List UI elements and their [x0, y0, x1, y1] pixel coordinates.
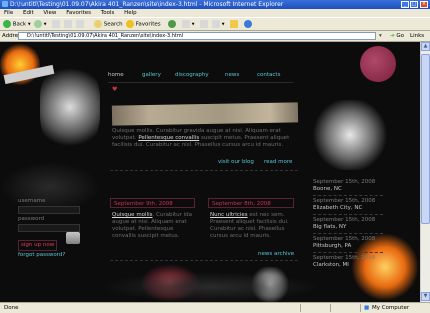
edit-button[interactable]: ▾	[212, 20, 225, 29]
print-icon	[200, 20, 208, 28]
star-icon	[126, 20, 134, 28]
bottom-ink-splat	[100, 272, 320, 302]
back-arrow-icon	[3, 20, 11, 28]
news-archive-link[interactable]: news archive	[258, 251, 294, 257]
edit-icon	[212, 20, 220, 28]
links-button[interactable]: Links	[410, 31, 424, 41]
username-input[interactable]	[18, 206, 80, 214]
minimize-button[interactable]: _	[401, 1, 409, 8]
menu-view[interactable]: View	[43, 10, 56, 16]
divider	[110, 170, 298, 172]
print-button[interactable]	[200, 20, 208, 29]
read-more-link[interactable]: read more	[264, 159, 292, 165]
home-button[interactable]	[76, 20, 84, 29]
toolbar: Back ▾ ▾ Search Favorites ▾ ▾	[0, 17, 430, 31]
event-divider	[313, 195, 383, 197]
address-bar: Address D:\!untitl\Testing\01.09.07\Akir…	[0, 31, 430, 42]
address-input[interactable]: D:\!untitl\Testing\01.09.07\Akira 401_Ra…	[18, 32, 376, 40]
intro-text: Quisque mollis. Curabitur gravida augue …	[112, 128, 290, 148]
go-arrow-icon: ➜	[390, 33, 395, 39]
status-divider	[330, 304, 331, 312]
messenger-icon	[244, 20, 252, 28]
page-content: home gallery discography news contacts ♥…	[0, 42, 420, 302]
search-icon	[94, 20, 102, 28]
scroll-up-icon[interactable]: ▲	[421, 42, 430, 51]
event-divider	[313, 214, 383, 216]
news-text-2: Nunc ultricies est nec sem. Praesent ali…	[210, 212, 289, 239]
browser-window: D:\!untitl\Testing\01.09.07\Akira 401_Ra…	[0, 0, 430, 313]
stop-icon	[52, 20, 60, 28]
divider	[110, 260, 298, 262]
heart-icon: ♥	[112, 86, 118, 93]
visit-blog-link[interactable]: visit our blog	[218, 159, 254, 165]
maximize-button[interactable]: □	[410, 1, 418, 8]
address-dropdown-icon[interactable]: ▾	[379, 31, 382, 41]
menu-favorites[interactable]: Favorites	[66, 10, 91, 16]
mail-button[interactable]: ▾	[182, 20, 195, 29]
nav-discography[interactable]: discography	[175, 72, 209, 78]
sign-up-button[interactable]: sign up now	[18, 240, 58, 251]
status-divider	[300, 304, 301, 312]
menu-edit[interactable]: Edit	[23, 10, 34, 16]
stop-button[interactable]	[52, 20, 60, 29]
refresh-button[interactable]	[64, 20, 72, 29]
status-divider	[360, 304, 361, 312]
go-button[interactable]: ➜ Go	[390, 32, 404, 40]
messenger-button[interactable]	[244, 20, 252, 29]
event-item: September 15th, 2008 Clarkston, MI	[313, 255, 376, 268]
event-item: September 15th, 2008 Pittsburgh, PA	[313, 236, 376, 249]
ink-splat	[0, 162, 100, 212]
scroll-down-icon[interactable]: ▼	[421, 292, 430, 301]
news-link-1[interactable]: Quisque mollis	[112, 212, 153, 218]
red-planet-art	[360, 46, 396, 82]
login-button[interactable]	[66, 232, 80, 244]
wing-art	[40, 62, 100, 152]
forward-button[interactable]: ▾	[34, 20, 47, 29]
status-bar: Done ■ My Computer	[0, 302, 430, 313]
vertical-scrollbar[interactable]: ▲ ▼	[420, 42, 430, 302]
event-item: September 15th, 2008 Boone, NC	[313, 179, 376, 192]
search-button[interactable]: Search	[94, 20, 123, 29]
username-label: username	[18, 198, 46, 204]
back-button[interactable]: Back ▾	[3, 20, 31, 29]
event-divider	[313, 233, 383, 235]
nav-contacts[interactable]: contacts	[257, 72, 280, 78]
window-title: D:\!untitl\Testing\01.09.07\Akira 401_Ra…	[10, 1, 284, 8]
history-icon	[168, 20, 176, 28]
news-date-2: September 8th, 2008	[208, 198, 294, 208]
skater-art	[312, 100, 388, 170]
forward-arrow-icon	[34, 20, 42, 28]
mail-icon	[182, 20, 190, 28]
close-button[interactable]: ×	[420, 1, 428, 8]
event-item: September 15th, 2008 Big flats, NY	[313, 217, 376, 230]
password-input[interactable]	[18, 224, 80, 232]
torn-paper-banner	[111, 102, 299, 126]
home-icon	[76, 20, 84, 28]
title-bar: D:\!untitl\Testing\01.09.07\Akira 401_Ra…	[0, 0, 430, 9]
nav-divider	[108, 82, 293, 83]
scroll-thumb[interactable]	[421, 54, 430, 224]
history-button[interactable]	[168, 20, 176, 29]
nav-news[interactable]: news	[225, 72, 239, 78]
intro-link[interactable]: Pellentesque convallis	[138, 135, 199, 141]
news-date-1: September 9th, 2008	[110, 198, 195, 208]
news-text-1: Quisque mollis. Curabitur ida augue at n…	[112, 212, 193, 239]
menu-file[interactable]: File	[4, 10, 13, 16]
favorites-button[interactable]: Favorites	[126, 20, 161, 29]
nav-gallery[interactable]: gallery	[142, 72, 161, 78]
folder-button[interactable]	[230, 20, 238, 29]
menu-bar: File Edit View Favorites Tools Help	[0, 9, 430, 17]
forgot-password-link[interactable]: forgot password?	[18, 252, 65, 258]
ie-icon	[2, 1, 8, 7]
nav-home[interactable]: home	[108, 72, 124, 78]
menu-tools[interactable]: Tools	[101, 10, 115, 16]
menu-help[interactable]: Help	[124, 10, 137, 16]
refresh-icon	[64, 20, 72, 28]
folder-icon	[230, 20, 238, 28]
event-item: September 15th, 2008 Elizabeth City, NC	[313, 198, 376, 211]
news-link-2[interactable]: Nunc ultricies	[210, 212, 248, 218]
password-label: password	[18, 216, 45, 222]
event-divider	[313, 252, 383, 254]
